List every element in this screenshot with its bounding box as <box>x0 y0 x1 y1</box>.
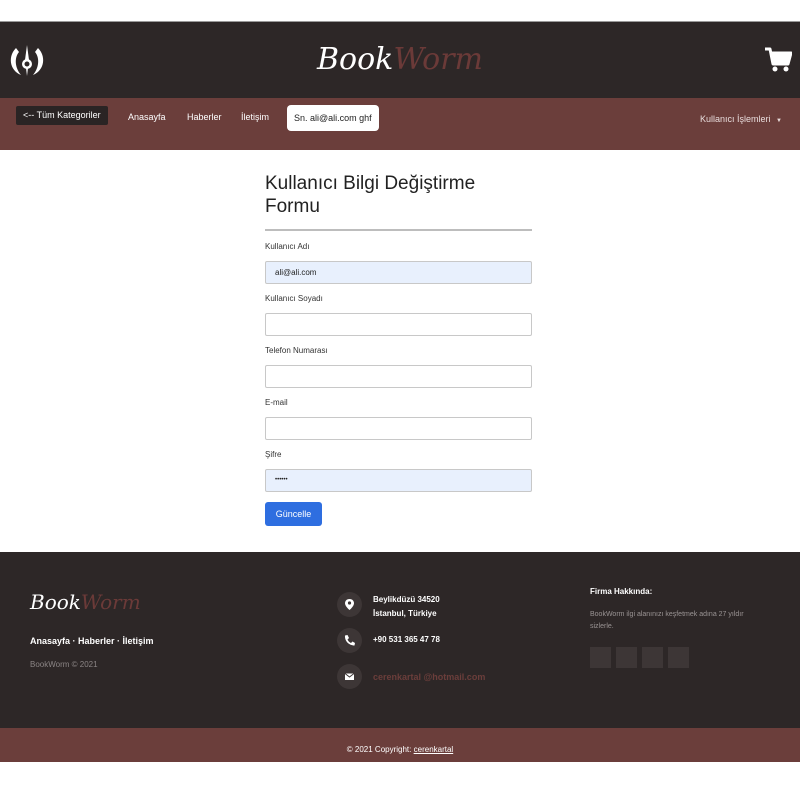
about-text: BookWorm ilgi alanınızı keşfetmek adına … <box>590 611 744 630</box>
last-name-input[interactable] <box>265 313 532 336</box>
nav-link-news[interactable]: Haberler <box>187 112 222 122</box>
phone-input[interactable] <box>265 365 532 388</box>
social-icon-1[interactable] <box>590 647 611 668</box>
shopping-cart-icon[interactable] <box>764 46 792 74</box>
last-name-label: Kullanıcı Soyadı <box>265 294 323 303</box>
footer-email-link[interactable]: cerenkartal @hotmail.com <box>373 672 485 682</box>
owner-link[interactable]: cerenkartal <box>414 745 454 754</box>
address-line2: İstanbul, Türkiye <box>373 609 437 618</box>
brand-part1: Book <box>316 42 394 77</box>
footer-phone: +90 531 365 47 78 <box>373 635 440 644</box>
nav-link-contact[interactable]: İletişim <box>241 112 269 122</box>
email-input[interactable] <box>265 417 532 440</box>
social-icon-4[interactable] <box>668 647 689 668</box>
social-icon-2[interactable] <box>616 647 637 668</box>
password-input[interactable]: •••••• <box>265 469 532 492</box>
main-navbar: <-- Tüm Kategoriler Anasayfa Haberler İl… <box>0 98 800 150</box>
phone-label: Telefon Numarası <box>265 346 328 355</box>
nav-link-home[interactable]: Anasayfa <box>128 112 166 122</box>
brand-logo[interactable]: BookWorm <box>0 42 800 77</box>
bottom-copyright-bar: © 2021 Copyright: cerenkartal <box>0 728 800 762</box>
first-name-input[interactable]: ali@ali.com <box>265 261 532 284</box>
about-heading: Firma Hakkında: <box>590 587 653 596</box>
footer-copyright: BookWorm © 2021 <box>30 660 98 669</box>
all-categories-button[interactable]: <-- Tüm Kategoriler <box>16 106 108 125</box>
caret-down-icon: ▼ <box>776 118 782 124</box>
footer-brand-logo[interactable]: BookWorm <box>30 590 141 614</box>
phone-icon <box>337 628 362 653</box>
email-label: E-mail <box>265 398 288 407</box>
footer-brand-part1: Book <box>30 590 81 614</box>
envelope-icon <box>337 664 362 689</box>
brand-part2: Worm <box>393 42 483 77</box>
user-name-badge[interactable]: Sn. ali@ali.com ghf <box>287 105 379 131</box>
footer-brand-part2: Worm <box>80 590 141 614</box>
site-header: BookWorm <box>0 22 800 98</box>
user-operations-dropdown[interactable]: Kullanıcı İşlemleri ▼ <box>700 114 782 124</box>
address-line1: Beylikdüzü 34520 <box>373 595 440 604</box>
user-operations-label: Kullanıcı İşlemleri <box>700 114 771 124</box>
bottom-copyright-text: © 2021 Copyright: <box>346 745 412 754</box>
map-marker-icon <box>337 592 362 617</box>
form-title: Kullanıcı Bilgi Değiştirme Formu <box>265 173 476 217</box>
browser-top-strip <box>0 0 800 22</box>
social-icon-3[interactable] <box>642 647 663 668</box>
footer-links[interactable]: Anasayfa · Haberler · İletişim <box>30 636 154 646</box>
form-divider <box>265 229 532 231</box>
footer-address: Beylikdüzü 34520 İstanbul, Türkiye <box>373 593 440 621</box>
site-footer: BookWorm Anasayfa · Haberler · İletişim … <box>0 552 800 728</box>
update-button[interactable]: Güncelle <box>265 502 322 526</box>
user-update-form: Kullanıcı Bilgi Değiştirme Formu Kullanı… <box>265 172 532 526</box>
main-content: Kullanıcı Bilgi Değiştirme Formu Kullanı… <box>0 150 800 552</box>
first-name-label: Kullanıcı Adı <box>265 242 310 251</box>
password-label: Şifre <box>265 450 282 459</box>
